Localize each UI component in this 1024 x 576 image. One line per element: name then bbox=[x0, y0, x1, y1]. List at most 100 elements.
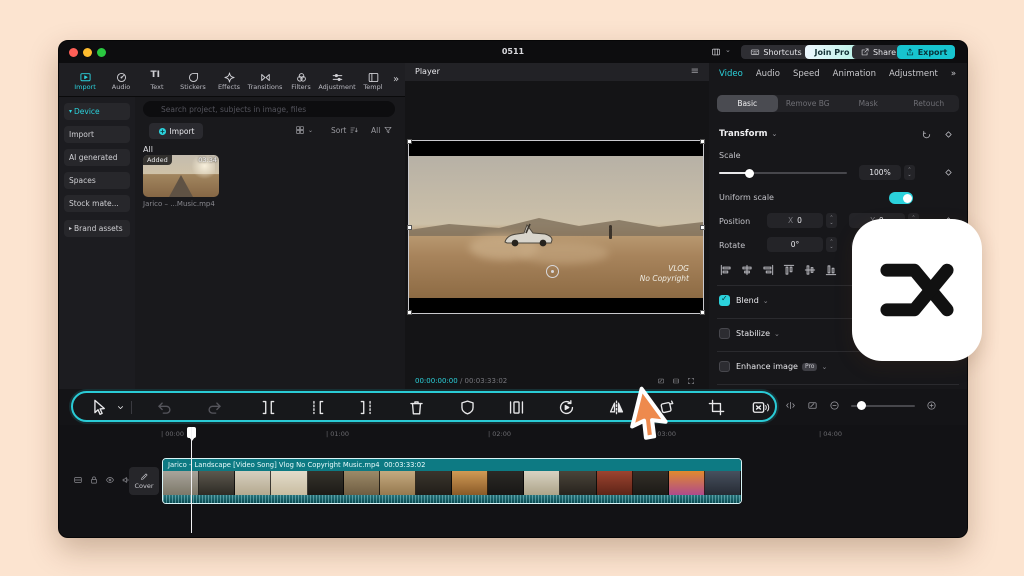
scale-value-box[interactable]: 100% bbox=[859, 165, 901, 180]
mini-player-icon[interactable] bbox=[672, 377, 680, 385]
position-x-stepper[interactable]: ⌃⌄ bbox=[826, 213, 837, 228]
snap-icon[interactable] bbox=[785, 400, 796, 411]
nav-tab-filters[interactable]: Filters bbox=[283, 69, 319, 91]
selection-handle[interactable] bbox=[407, 139, 412, 144]
inspector-tab-speed[interactable]: Speed bbox=[793, 69, 820, 79]
sidebar-item-ai-generated[interactable]: AI generated bbox=[64, 149, 130, 166]
scale-keyframe-icon[interactable] bbox=[943, 167, 954, 178]
selection-handle[interactable] bbox=[407, 310, 412, 315]
redo-button[interactable] bbox=[205, 398, 224, 417]
collapse-chevron-icon[interactable]: ⌄ bbox=[774, 330, 780, 338]
import-media-button[interactable]: Import bbox=[149, 123, 203, 139]
position-x-box[interactable]: X0 bbox=[767, 213, 823, 228]
cover-button[interactable]: Cover bbox=[129, 467, 159, 495]
selection-handle[interactable] bbox=[407, 225, 412, 230]
crop-tool[interactable] bbox=[707, 398, 726, 417]
shortcuts-button[interactable]: Shortcuts bbox=[741, 45, 811, 59]
sidebar-item-spaces[interactable]: Spaces bbox=[64, 172, 130, 189]
delete-button[interactable] bbox=[407, 398, 426, 417]
collapse-chevron-icon[interactable]: ⌄ bbox=[772, 130, 778, 138]
delete-right-tool[interactable] bbox=[357, 398, 376, 417]
stabilize-checkbox[interactable] bbox=[719, 328, 730, 339]
inspector-subtab-retouch[interactable]: Retouch bbox=[899, 95, 960, 112]
mask-tool[interactable] bbox=[458, 398, 477, 417]
inspector-tab-adjustment[interactable]: Adjustment bbox=[889, 69, 938, 79]
nav-tab-text[interactable]: TIText bbox=[139, 69, 175, 91]
sidebar-item-brand-assets[interactable]: ▸Brand assets bbox=[64, 220, 130, 237]
align-left-icon[interactable] bbox=[719, 263, 733, 277]
blend-checkbox[interactable] bbox=[719, 295, 730, 306]
lock-track-icon[interactable] bbox=[89, 475, 99, 485]
select-tool[interactable] bbox=[89, 398, 108, 417]
undo-button[interactable] bbox=[155, 398, 174, 417]
track-height-icon[interactable] bbox=[73, 475, 83, 485]
hide-track-icon[interactable] bbox=[105, 475, 115, 485]
ratio-icon[interactable] bbox=[657, 377, 665, 385]
rotate-stepper[interactable]: ⌃⌄ bbox=[826, 237, 837, 252]
inspector-subtab-basic[interactable]: Basic bbox=[717, 95, 778, 112]
fullscreen-icon[interactable] bbox=[687, 377, 695, 385]
view-mode-button[interactable]: ⌄ bbox=[295, 125, 313, 135]
nav-tab-audio[interactable]: Audio bbox=[103, 69, 139, 91]
inspector-subtab-remove-bg[interactable]: Remove BG bbox=[778, 95, 839, 112]
inspector-more-chevron-icon[interactable]: » bbox=[951, 69, 956, 79]
inspector-tab-audio[interactable]: Audio bbox=[756, 69, 780, 79]
rotate-handle[interactable] bbox=[546, 265, 559, 278]
media-sidebar: ▾Device Import AI generated Spaces Stock mat… bbox=[59, 97, 136, 389]
filter-button[interactable]: All bbox=[371, 125, 393, 135]
search-input[interactable] bbox=[143, 101, 395, 117]
preview-axis-icon[interactable] bbox=[807, 400, 818, 411]
select-tool-dropdown[interactable] bbox=[115, 402, 126, 413]
nav-more-chevron-icon[interactable]: » bbox=[393, 74, 399, 85]
player-menu-icon[interactable]: ≡ bbox=[691, 63, 699, 81]
nav-tab-stickers[interactable]: Stickers bbox=[175, 69, 211, 91]
reverse-tool[interactable] bbox=[557, 398, 576, 417]
filmstrip-frame bbox=[308, 471, 344, 495]
playhead-line[interactable] bbox=[191, 427, 192, 533]
collapse-chevron-icon[interactable]: ⌄ bbox=[763, 297, 769, 305]
reset-icon[interactable] bbox=[921, 129, 932, 140]
player-preview[interactable]: VLOG No Copyright bbox=[409, 141, 703, 313]
layout-icon[interactable] bbox=[711, 47, 721, 57]
split-tool[interactable] bbox=[259, 398, 278, 417]
inspector-tab-animation[interactable]: Animation bbox=[833, 69, 876, 79]
join-pro-button[interactable]: Join Pro bbox=[805, 45, 859, 59]
delete-left-tool[interactable] bbox=[308, 398, 327, 417]
layout-chevron-icon[interactable]: ⌄ bbox=[725, 46, 731, 54]
freeze-frame-tool[interactable] bbox=[507, 398, 526, 417]
zoom-out-icon[interactable] bbox=[829, 400, 840, 411]
sidebar-item-stock-mate-[interactable]: Stock mate... bbox=[64, 195, 130, 212]
extract-audio-tool[interactable] bbox=[751, 398, 770, 417]
inspector-subtab-mask[interactable]: Mask bbox=[838, 95, 899, 112]
sidebar-item-import[interactable]: Import bbox=[64, 126, 130, 143]
timeline-zoom-slider-thumb[interactable] bbox=[857, 401, 866, 410]
keyframe-diamond-icon[interactable] bbox=[943, 129, 954, 140]
sort-button[interactable]: Sort bbox=[331, 125, 359, 135]
timeline-video-clip[interactable]: Jarico – Landscape [Video Song] Vlog No … bbox=[163, 459, 741, 503]
nav-tab-templ[interactable]: Templ bbox=[355, 69, 391, 91]
align-center-v-icon[interactable] bbox=[803, 263, 817, 277]
timeline-zoom-slider[interactable] bbox=[851, 405, 915, 407]
export-button[interactable]: Export bbox=[897, 45, 955, 59]
collapse-chevron-icon[interactable]: ⌄ bbox=[821, 363, 827, 371]
enhance-image-checkbox[interactable] bbox=[719, 361, 730, 372]
nav-tab-effects[interactable]: Effects bbox=[211, 69, 247, 91]
nav-tab-adjustment[interactable]: Adjustment bbox=[319, 69, 355, 91]
nav-tab-transitions[interactable]: Transitions bbox=[247, 69, 283, 91]
align-center-h-icon[interactable] bbox=[740, 263, 754, 277]
nav-tab-import[interactable]: Import bbox=[67, 69, 103, 91]
align-bottom-icon[interactable] bbox=[824, 263, 838, 277]
uniform-scale-toggle[interactable] bbox=[889, 192, 913, 204]
sidebar-item-device[interactable]: ▾Device bbox=[64, 103, 130, 120]
media-clip-thumbnail[interactable]: Added 03:34 bbox=[143, 155, 219, 197]
rotate-value-box[interactable]: 0° bbox=[767, 237, 823, 252]
scale-stepper[interactable]: ⌃⌄ bbox=[904, 165, 915, 180]
zoom-in-icon[interactable] bbox=[926, 400, 937, 411]
selection-handle[interactable] bbox=[700, 310, 705, 315]
align-top-icon[interactable] bbox=[782, 263, 796, 277]
align-right-icon[interactable] bbox=[761, 263, 775, 277]
inspector-tab-video[interactable]: Video bbox=[719, 69, 743, 79]
scale-slider-thumb[interactable] bbox=[745, 169, 754, 178]
selection-handle[interactable] bbox=[700, 225, 705, 230]
selection-handle[interactable] bbox=[700, 139, 705, 144]
